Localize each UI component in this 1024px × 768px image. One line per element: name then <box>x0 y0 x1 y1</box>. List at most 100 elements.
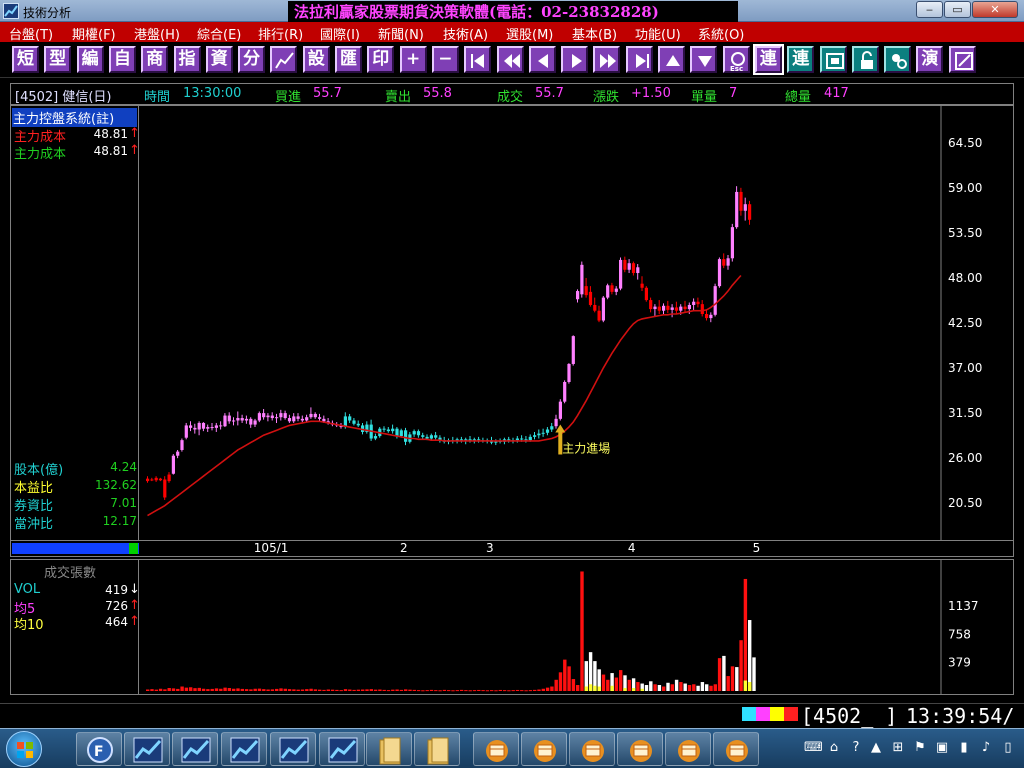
toolbar-custom-button[interactable]: 自 <box>108 46 136 73</box>
taskbar-ie-like-button[interactable] <box>473 732 519 766</box>
toolbar-commodity-button[interactable]: 商 <box>141 46 169 73</box>
taskbar-chart-app-button[interactable] <box>319 732 365 766</box>
toolbar-play-button[interactable]: 演 <box>916 46 944 73</box>
action-center-icon[interactable]: ⚑ <box>912 740 928 756</box>
menu-futures-options[interactable]: 期權(F) <box>72 24 116 43</box>
maximize-button[interactable]: ▭ <box>944 1 971 18</box>
menu-functions[interactable]: 功能(U) <box>635 24 681 43</box>
taskbar-ie-like-button[interactable] <box>521 732 567 766</box>
toolbar-fast-forward-button[interactable] <box>593 46 621 73</box>
volume-chart[interactable]: 1137 758 379 <box>11 560 1013 694</box>
menu-system[interactable]: 系統(O) <box>698 24 744 43</box>
date-scroll-bar[interactable] <box>12 543 139 554</box>
input-method-icon[interactable]: ⌂ <box>826 740 842 756</box>
candlestick-chart[interactable]: 64.50 59.00 53.50 48.00 42.50 37.00 31.50 26.00… <box>11 106 1013 558</box>
network-icon[interactable]: ▮ <box>956 740 972 756</box>
taskbar-chart-app-button[interactable] <box>124 732 170 766</box>
candle-body <box>649 300 653 310</box>
stock-code-input[interactable]: [4502_ ] <box>801 704 897 728</box>
status-cyan-cell <box>742 707 756 721</box>
menu-taiwan-market[interactable]: 台盤(T) <box>9 24 53 43</box>
windows-flag-icon[interactable]: ⊞ <box>890 740 906 756</box>
toolbar-last-button[interactable] <box>625 46 653 73</box>
volume-bar-highlight <box>588 684 593 691</box>
tray-expand-icon[interactable]: ▲ <box>868 740 884 756</box>
link-icon: 連 <box>759 49 777 69</box>
taskbar-ie-like-button[interactable] <box>713 732 759 766</box>
volume-bar <box>670 684 674 691</box>
toolbar-minute-button[interactable]: 分 <box>238 46 266 73</box>
toolbar-tool-button[interactable] <box>884 46 912 73</box>
start-button[interactable] <box>6 731 42 767</box>
toolbar-link-teal-button[interactable]: 連 <box>787 46 815 73</box>
toolbar-chart-line-button[interactable] <box>270 46 298 73</box>
volume-bar <box>644 685 649 691</box>
volume-bar-highlight <box>584 686 588 691</box>
menu-stock-screener[interactable]: 選股(M) <box>506 24 553 43</box>
keyboard-icon[interactable]: ⌨ <box>804 740 823 756</box>
toolbar-plus-button[interactable]: + <box>399 46 427 73</box>
display-icon[interactable]: ▣ <box>934 740 950 756</box>
menu-fundamental[interactable]: 基本(B) <box>572 24 617 43</box>
taskbar-chart-app-button[interactable] <box>221 732 267 766</box>
toolbar-esc-button[interactable]: Esc <box>722 46 750 73</box>
toolbar-minus-button[interactable]: − <box>431 46 459 73</box>
toolbar-draw-button[interactable] <box>948 46 976 73</box>
volume-bar <box>601 674 606 691</box>
toolbar: 短型編自商指資分 設匯印 + − Esc 連連 演 <box>0 42 1024 78</box>
taskbar-ie-like-button[interactable] <box>569 732 615 766</box>
minimize-button[interactable]: ‒ <box>916 1 943 18</box>
toolbar-lock-button[interactable] <box>851 46 879 73</box>
toolbar-back-button[interactable] <box>528 46 556 73</box>
volume-icon[interactable]: ♪ <box>978 740 994 756</box>
volume-bar <box>335 689 339 691</box>
menu-ranking[interactable]: 排行(R) <box>258 24 303 43</box>
toolbar-index-button[interactable]: 指 <box>173 46 201 73</box>
candle-body <box>653 306 657 310</box>
toolbar-print-button[interactable]: 印 <box>367 46 395 73</box>
volume-bar <box>429 689 434 691</box>
chart-app-icon <box>230 737 260 763</box>
help-icon[interactable]: ? <box>848 740 864 756</box>
volume-bar <box>533 689 537 691</box>
menu-technical[interactable]: 技術(A) <box>443 24 488 43</box>
taskbar-ie-like-button[interactable] <box>617 732 663 766</box>
vol-label: VOL <box>14 582 41 597</box>
volume-bar <box>537 689 541 691</box>
candle-body <box>640 283 644 288</box>
date-scroll-thumb[interactable] <box>129 543 138 554</box>
ma5-arrow: ↑ <box>129 598 140 613</box>
toolbar-fast-back-button[interactable] <box>496 46 524 73</box>
system-title[interactable]: 主力控盤系統(註) <box>12 108 137 127</box>
toolbar-export-button[interactable]: 匯 <box>335 46 362 73</box>
toolbar-forward-button[interactable] <box>561 46 589 73</box>
toolbar-short-button[interactable]: 短 <box>12 46 39 73</box>
toolbar-info-button[interactable]: 資 <box>205 46 233 73</box>
toolbar-link-button[interactable]: 連 <box>752 44 784 75</box>
taskbar-folder-button[interactable] <box>366 732 412 766</box>
taskbar-folder-button[interactable] <box>414 732 460 766</box>
toolbar-settings-button[interactable]: 設 <box>302 46 330 73</box>
toolbar-first-button[interactable] <box>464 46 492 73</box>
volume-bar <box>378 689 382 691</box>
volume-bar <box>571 679 576 691</box>
price-chart-panel: 64.50 59.00 53.50 48.00 42.50 37.00 31.50 26.00… <box>10 105 1014 557</box>
volume-bar <box>296 689 300 691</box>
menu-international[interactable]: 國際(I) <box>320 24 360 43</box>
taskbar-chart-app-button[interactable] <box>270 732 316 766</box>
menu-composite[interactable]: 綜合(E) <box>197 24 241 43</box>
candle-body <box>150 479 154 481</box>
toolbar-down-button[interactable] <box>690 46 718 73</box>
taskbar-fast-app-button[interactable]: F <box>76 732 122 766</box>
taskbar-ie-like-button[interactable] <box>665 732 711 766</box>
toolbar-pattern-button[interactable]: 型 <box>44 46 72 73</box>
volume-bar <box>236 688 240 691</box>
toolbar-window-button[interactable] <box>819 46 847 73</box>
menu-news[interactable]: 新聞(N) <box>378 24 424 43</box>
toolbar-up-button[interactable] <box>658 46 685 73</box>
close-button[interactable]: ✕ <box>972 1 1018 18</box>
menu-hk-market[interactable]: 港盤(H) <box>134 24 180 43</box>
taskbar-chart-app-button[interactable] <box>172 732 218 766</box>
show-desktop-icon[interactable]: ▯ <box>1000 740 1016 756</box>
toolbar-edit-button[interactable]: 編 <box>76 46 104 73</box>
